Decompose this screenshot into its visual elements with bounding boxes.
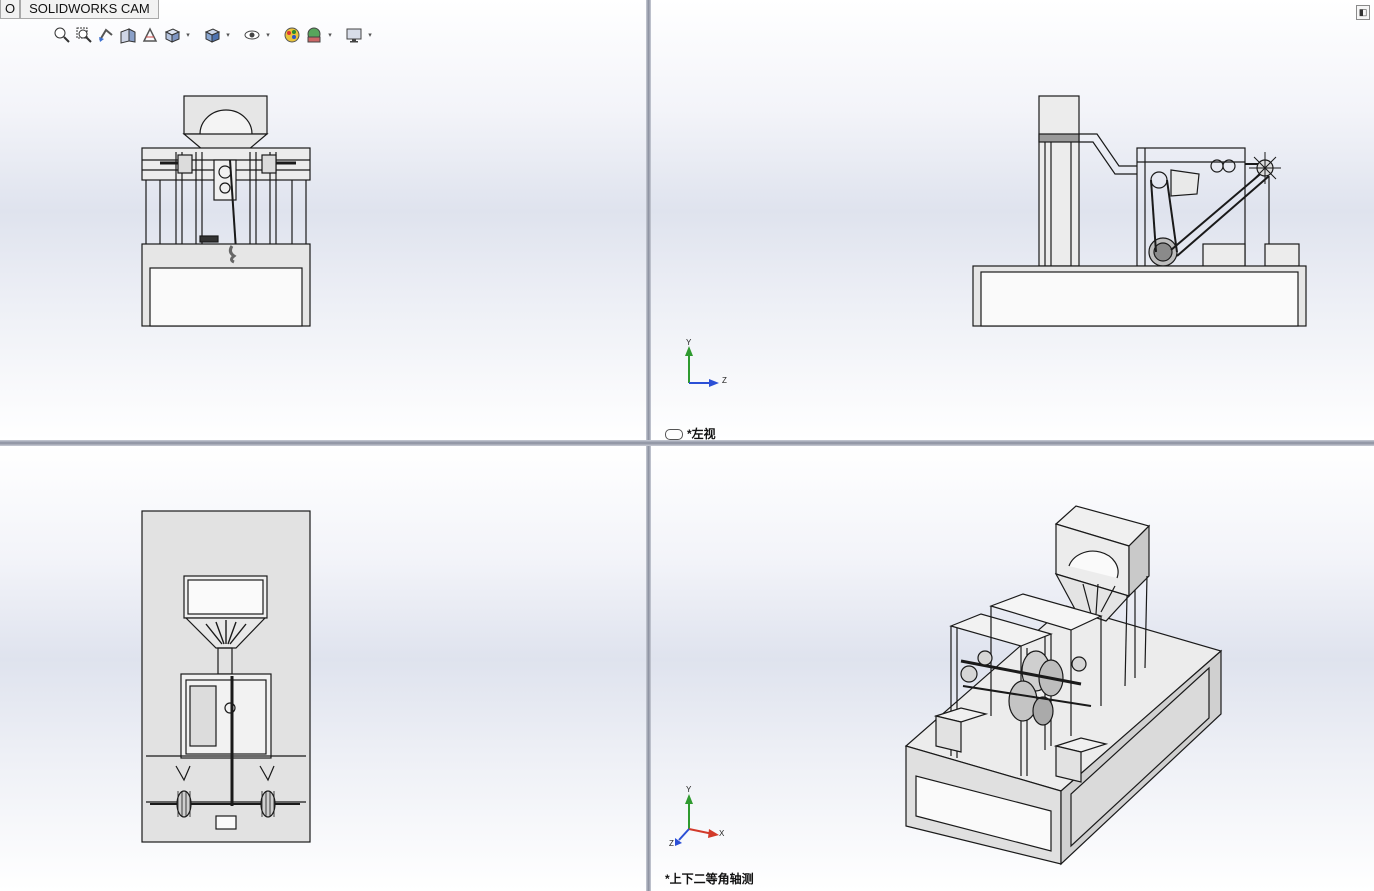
viewport-front[interactable]: O SOLIDWORKS CAM ▾ ▾ ▾ ▾ ▾ — [0, 0, 646, 440]
hide-show-items-icon[interactable] — [242, 25, 262, 45]
model-front-view — [141, 95, 311, 327]
display-style-dropdown-icon[interactable]: ▾ — [224, 25, 232, 45]
dynamic-annotation-icon[interactable] — [140, 25, 160, 45]
view-settings-dropdown-icon[interactable]: ▾ — [366, 25, 374, 45]
iso-view-label: *上下二等角轴测 — [665, 872, 754, 886]
hide-show-dropdown-icon[interactable]: ▾ — [264, 25, 272, 45]
link-views-icon[interactable] — [665, 429, 683, 440]
axis-triad-iso: Y X Z — [669, 785, 725, 848]
axis-triad-left: Y Z — [685, 338, 727, 387]
previous-view-icon[interactable] — [96, 25, 116, 45]
viewport-isometric[interactable]: Y X Z *上下二等角轴测 — [651, 446, 1374, 891]
triad-z-label: Z — [669, 839, 674, 848]
left-view-label: *左视 — [665, 425, 716, 440]
edit-appearance-icon[interactable] — [282, 25, 302, 45]
triad-z-label: Z — [722, 376, 727, 385]
view-orientation-icon[interactable] — [162, 25, 182, 45]
zoom-to-fit-icon[interactable] — [52, 25, 72, 45]
model-top-view — [141, 510, 311, 843]
view-settings-icon[interactable] — [344, 25, 364, 45]
model-isometric-view: Y X Z — [669, 505, 1223, 866]
apply-scene-icon[interactable] — [304, 25, 324, 45]
apply-scene-dropdown-icon[interactable]: ▾ — [326, 25, 334, 45]
triad-y-label: Y — [686, 338, 692, 347]
view-orientation-dropdown-icon[interactable]: ▾ — [184, 25, 192, 45]
heads-up-view-toolbar: ▾ ▾ ▾ ▾ ▾ — [52, 25, 374, 45]
tab-prev[interactable]: O — [0, 0, 21, 19]
display-style-icon[interactable] — [202, 25, 222, 45]
tab-solidworks-cam[interactable]: SOLIDWORKS CAM — [20, 0, 159, 19]
section-view-icon[interactable] — [118, 25, 138, 45]
triad-y-label: Y — [686, 785, 692, 794]
command-manager-tabs: O SOLIDWORKS CAM — [0, 0, 159, 19]
viewport-left[interactable]: ◧ Y Z *左视 — [651, 0, 1374, 440]
model-left-view: Y Z — [685, 95, 1307, 387]
viewport-top[interactable] — [0, 446, 646, 891]
triad-x-label: X — [719, 829, 725, 838]
zoom-area-icon[interactable] — [74, 25, 94, 45]
